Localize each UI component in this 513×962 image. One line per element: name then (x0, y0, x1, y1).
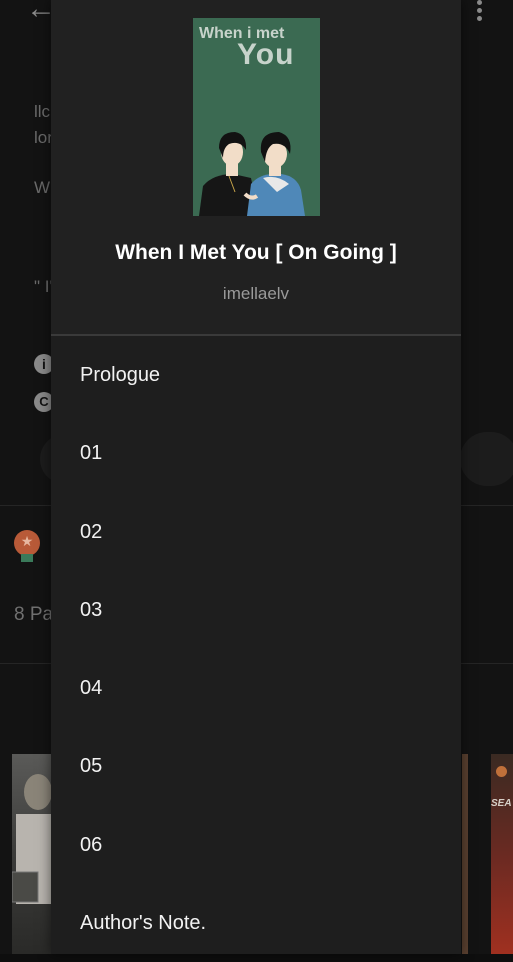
background-text-line: " I' (34, 277, 53, 296)
story-thumbnail[interactable]: SEA (491, 754, 513, 954)
book-cover[interactable]: When i met You (193, 18, 320, 216)
chapter-item-06[interactable]: 06 (51, 806, 461, 884)
book-author[interactable]: imellaelv (51, 284, 461, 304)
parts-count: 8 Pa (14, 604, 54, 625)
table-of-contents-drawer: When i met You When I Met You [ On Going… (51, 0, 461, 954)
book-title: When I Met You [ On Going ] (115, 241, 397, 264)
drawer-header: When i met You When I Met You [ On Going… (51, 0, 461, 336)
chapter-item-03[interactable]: 03 (51, 571, 461, 649)
background-text-line: llc (34, 102, 51, 121)
chapter-item-01[interactable]: 01 (51, 414, 461, 492)
award-badge-icon: ★ (14, 530, 40, 562)
thumbnail-text: SEA (491, 798, 512, 809)
chapter-item-prologue[interactable]: Prologue (51, 336, 461, 414)
background-text-line: W (34, 178, 51, 197)
chapter-item-02[interactable]: 02 (51, 493, 461, 571)
cover-illustration (199, 132, 305, 216)
more-vertical-icon[interactable] (470, 0, 488, 22)
chapter-item-authors-note[interactable]: Author's Note. (51, 884, 461, 962)
chapter-item-05[interactable]: 05 (51, 727, 461, 805)
background-action-button[interactable] (460, 432, 513, 486)
story-thumbnail[interactable] (11, 754, 54, 954)
story-thumbnail[interactable] (462, 754, 468, 954)
chapter-list: Prologue 01 02 03 04 05 06 Author's Note… (51, 336, 461, 962)
chapter-item-04[interactable]: 04 (51, 649, 461, 727)
